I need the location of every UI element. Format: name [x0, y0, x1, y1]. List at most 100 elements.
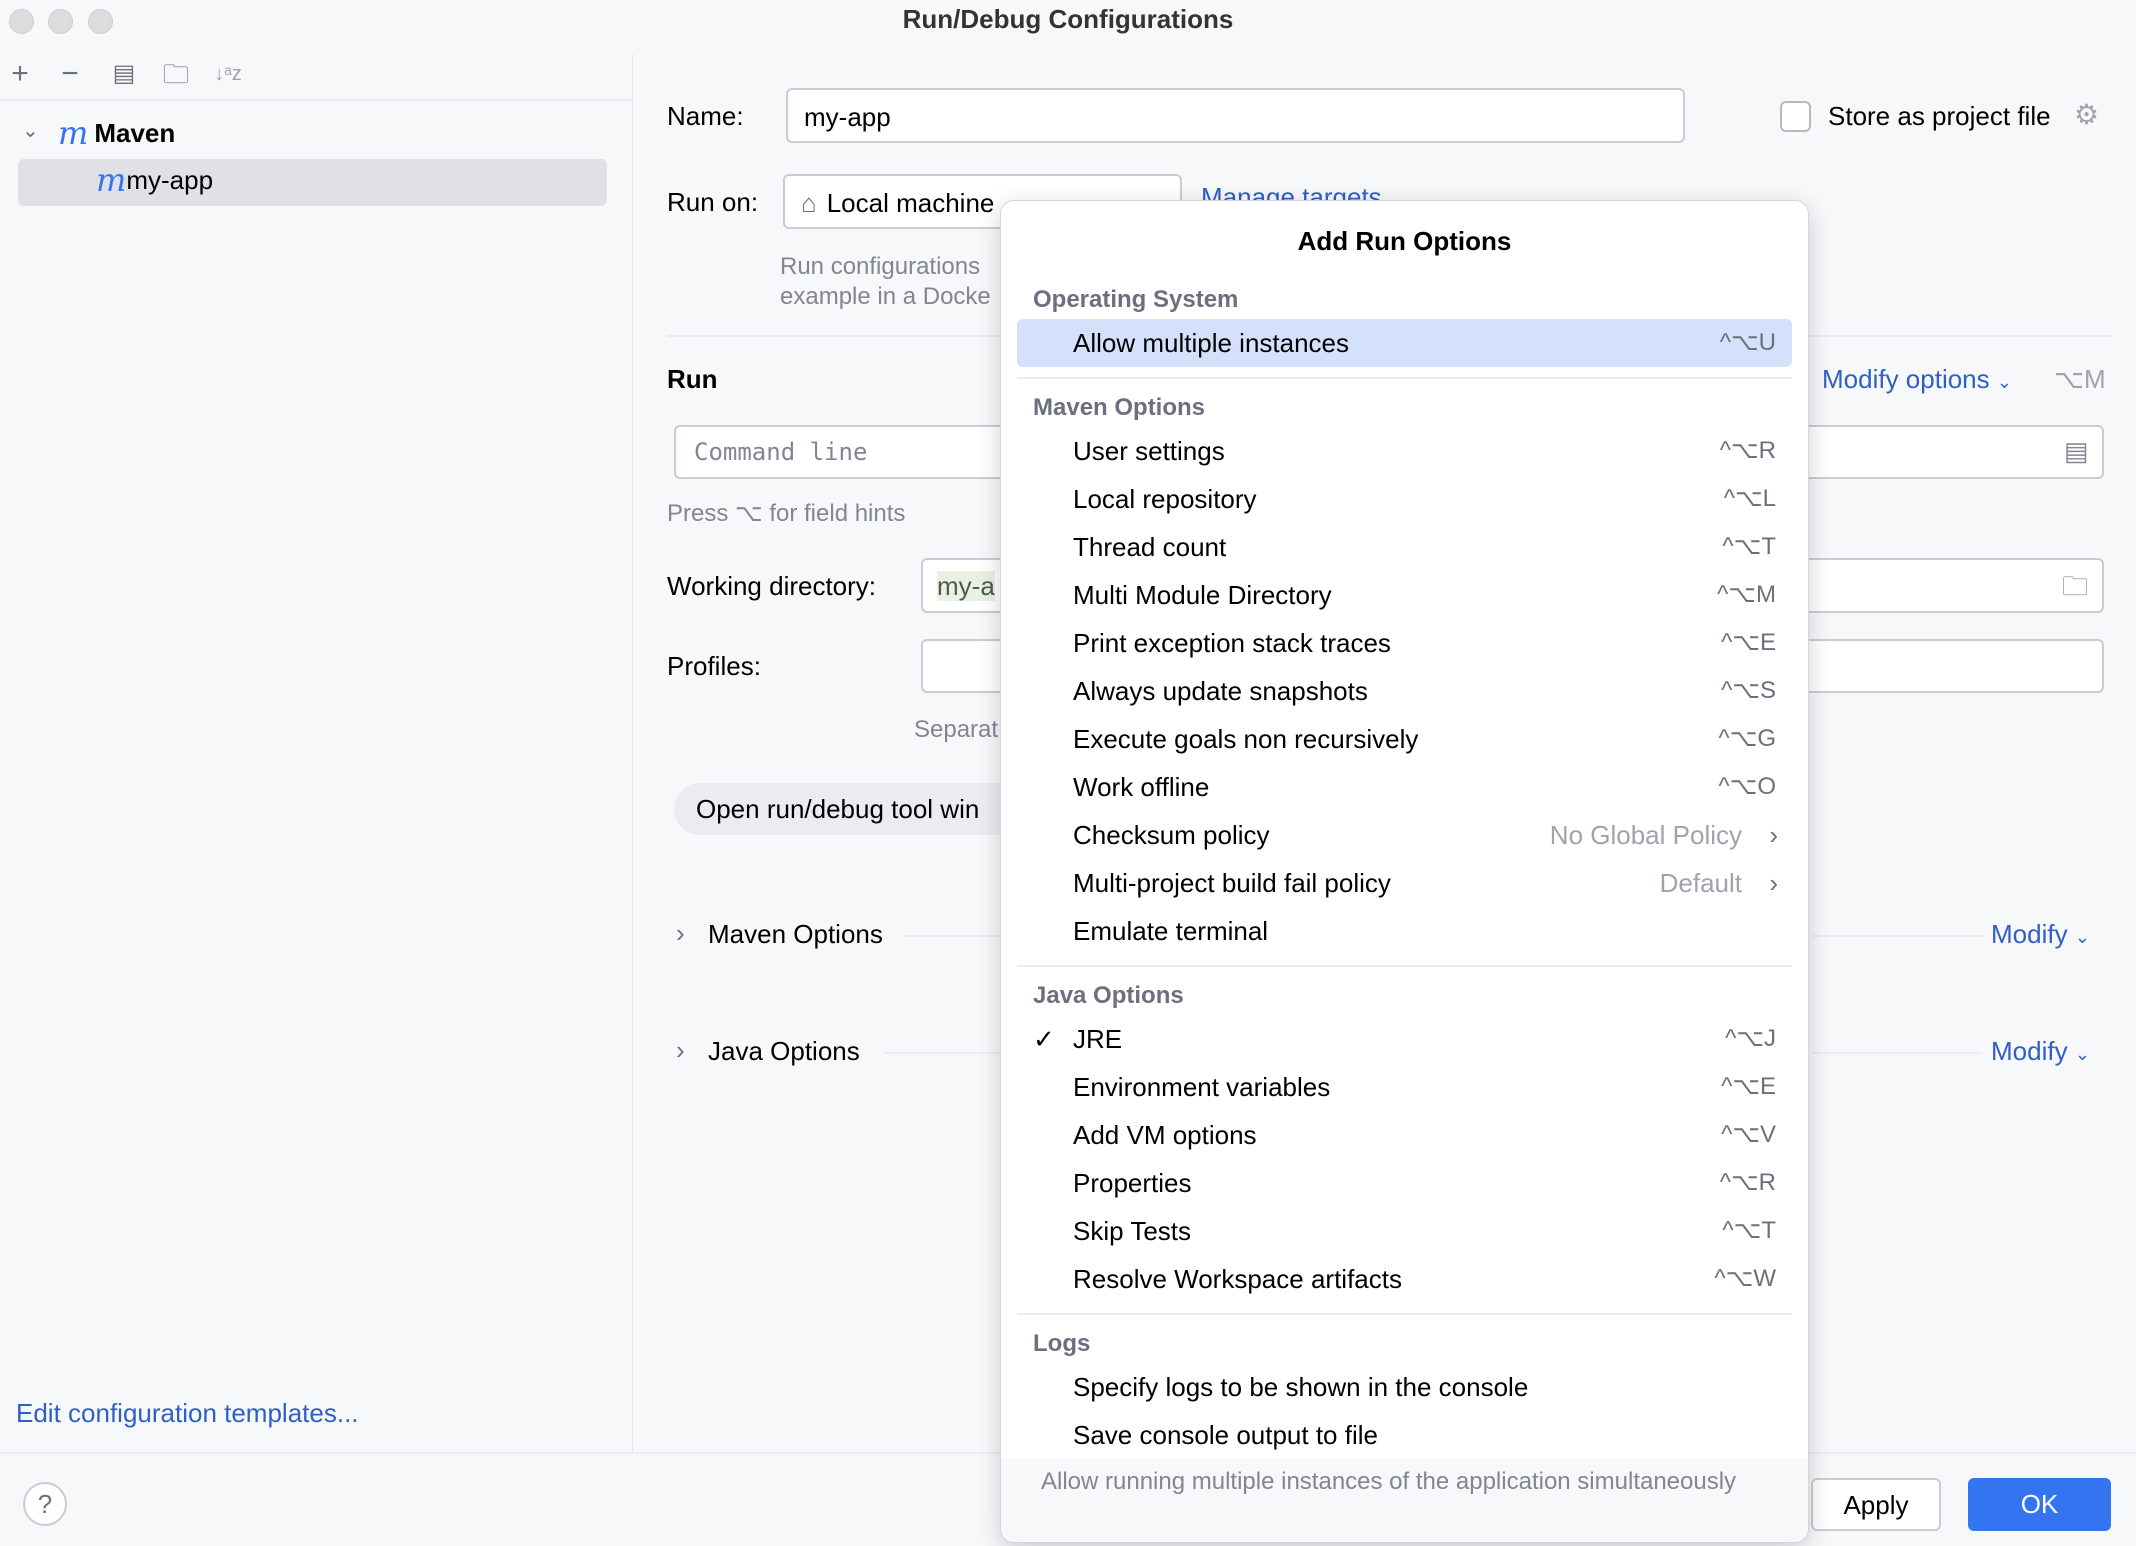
chevron-right-icon[interactable]: › — [676, 918, 685, 949]
option-item[interactable]: Print exception stack traces^⌥E — [1017, 619, 1792, 667]
new-folder-icon[interactable]: 🗀 — [160, 58, 192, 90]
maven-options-section[interactable]: Maven Options — [708, 919, 883, 950]
checkmark-icon: ✓ — [1033, 1015, 1055, 1063]
maven-icon: m — [58, 114, 88, 152]
option-item[interactable]: Specify logs to be shown in the console — [1017, 1363, 1792, 1411]
option-shortcut: ^⌥S — [1721, 667, 1776, 715]
option-item[interactable]: Save console output to file — [1017, 1411, 1792, 1459]
option-item[interactable]: ✓JRE^⌥J — [1017, 1015, 1792, 1063]
window-title: Run/Debug Configurations — [0, 4, 2136, 35]
add-run-options-popup: Add Run Options Operating SystemAllow mu… — [1000, 200, 1809, 1543]
option-label: Add VM options — [1073, 1120, 1257, 1150]
option-item[interactable]: Add VM options^⌥V — [1017, 1111, 1792, 1159]
option-label: Multi Module Directory — [1073, 580, 1332, 610]
help-button[interactable]: ? — [23, 1482, 67, 1526]
open-tool-window-label: Open run/debug tool win — [696, 794, 979, 824]
option-label: Environment variables — [1073, 1072, 1330, 1102]
apply-button[interactable]: Apply — [1811, 1478, 1941, 1531]
command-line-placeholder: Command line — [694, 438, 867, 466]
name-value: my-app — [804, 102, 891, 132]
option-item[interactable]: User settings^⌥R — [1017, 427, 1792, 475]
home-icon: ⌂ — [801, 188, 817, 215]
options-list: Operating SystemAllow multiple instances… — [1001, 281, 1808, 1459]
section-header: Java Options — [1001, 977, 1808, 1015]
option-item[interactable]: Resolve Workspace artifacts ^⌥W — [1017, 1255, 1792, 1303]
option-item[interactable]: Multi-project build fail policyDefault› — [1017, 859, 1792, 907]
option-label: Thread count — [1073, 532, 1226, 562]
tree-item-my-app[interactable]: m my-app — [18, 159, 607, 206]
modify-options-shortcut: ⌥M — [2054, 364, 2106, 395]
run-on-value: Local machine — [827, 188, 995, 215]
option-item[interactable]: Environment variables^⌥E — [1017, 1063, 1792, 1111]
option-item[interactable]: Checksum policy No Global Policy › — [1017, 811, 1792, 859]
chevron-down-icon[interactable]: ⌄ — [22, 118, 39, 143]
chevron-right-icon[interactable]: › — [676, 1035, 685, 1066]
option-shortcut: ^⌥L — [1724, 475, 1776, 523]
chevron-down-icon: ⌄ — [2075, 1044, 2090, 1064]
divider — [885, 1052, 1005, 1054]
option-label: Local repository — [1073, 484, 1257, 514]
divider — [1812, 1052, 1982, 1054]
option-label: Execute goals non recursively — [1073, 724, 1418, 754]
option-shortcut: ^⌥T — [1722, 1207, 1776, 1255]
tree-item-label: my-app — [126, 165, 213, 196]
option-label: Specify logs to be shown in the console — [1073, 1372, 1528, 1402]
option-item[interactable]: Allow multiple instances^⌥U — [1017, 319, 1792, 367]
name-input[interactable]: my-app — [786, 88, 1685, 143]
option-label: User settings — [1073, 436, 1225, 466]
option-label: Checksum policy — [1073, 820, 1270, 850]
remove-icon[interactable]: − — [54, 58, 86, 90]
option-shortcut: ^⌥W — [1714, 1255, 1776, 1303]
option-item[interactable]: Execute goals non recursively ^⌥G — [1017, 715, 1792, 763]
copy-icon[interactable]: ▤ — [108, 58, 140, 90]
option-item[interactable]: Work offline^⌥O — [1017, 763, 1792, 811]
sort-icon[interactable]: ↓ᵃz — [212, 58, 244, 90]
modify-label: Modify — [1991, 919, 2068, 949]
option-shortcut: ^⌥G — [1718, 715, 1776, 763]
option-description: Allow running multiple instances of the … — [1001, 1459, 1808, 1542]
option-value: No Global Policy — [1550, 811, 1742, 859]
option-label: JRE — [1073, 1024, 1122, 1054]
option-value: Default — [1660, 859, 1742, 907]
option-shortcut: ^⌥T — [1722, 523, 1776, 571]
option-label: Save console output to file — [1073, 1420, 1378, 1450]
java-modify-button[interactable]: Modify ⌄ — [1991, 1036, 2090, 1067]
working-directory-value: my-a — [937, 571, 995, 601]
separator — [1001, 367, 1808, 389]
ok-button[interactable]: OK — [1968, 1478, 2111, 1531]
popup-title: Add Run Options — [1001, 201, 1808, 281]
chevron-right-icon: › — [1769, 859, 1778, 907]
divider — [1812, 935, 1982, 937]
option-item[interactable]: Always update snapshots^⌥S — [1017, 667, 1792, 715]
option-shortcut: ^⌥M — [1717, 571, 1776, 619]
store-project-file-checkbox[interactable] — [1780, 101, 1811, 132]
open-tool-window-toggle[interactable]: Open run/debug tool win — [674, 783, 1034, 835]
store-project-file-label: Store as project file — [1828, 101, 2051, 132]
tree-item-maven[interactable]: m Maven — [58, 114, 175, 152]
option-shortcut: ^⌥E — [1721, 619, 1776, 667]
modify-options-button[interactable]: Modify options ⌄ — [1822, 364, 2012, 395]
add-icon[interactable]: + — [4, 58, 36, 90]
option-item[interactable]: Thread count ^⌥T — [1017, 523, 1792, 571]
section-header: Logs — [1001, 1325, 1808, 1363]
gear-icon[interactable]: ⚙ — [2074, 98, 2099, 131]
section-header: Operating System — [1001, 281, 1808, 319]
option-item[interactable]: Multi Module Directory ^⌥M — [1017, 571, 1792, 619]
folder-icon[interactable]: 🗀 — [2062, 568, 2088, 612]
option-label: Skip Tests — [1073, 1216, 1191, 1246]
option-item[interactable]: Local repository ^⌥L — [1017, 475, 1792, 523]
option-item[interactable]: Skip Tests ^⌥T — [1017, 1207, 1792, 1255]
expand-text-icon[interactable]: ▤ — [2064, 436, 2089, 467]
maven-modify-button[interactable]: Modify ⌄ — [1991, 919, 2090, 950]
chevron-right-icon: › — [1769, 811, 1778, 859]
option-item[interactable]: Emulate terminal — [1017, 907, 1792, 955]
run-on-hint: example in a Docke — [780, 283, 991, 311]
option-item[interactable]: Properties^⌥R — [1017, 1159, 1792, 1207]
chevron-down-icon: ⌄ — [2075, 927, 2090, 947]
run-on-label: Run on: — [667, 187, 758, 218]
java-options-section[interactable]: Java Options — [708, 1036, 860, 1067]
edit-templates-link[interactable]: Edit configuration templates... — [16, 1398, 359, 1429]
option-label: Resolve Workspace artifacts — [1073, 1264, 1402, 1294]
run-heading: Run — [667, 364, 718, 395]
profiles-label: Profiles: — [667, 651, 761, 682]
